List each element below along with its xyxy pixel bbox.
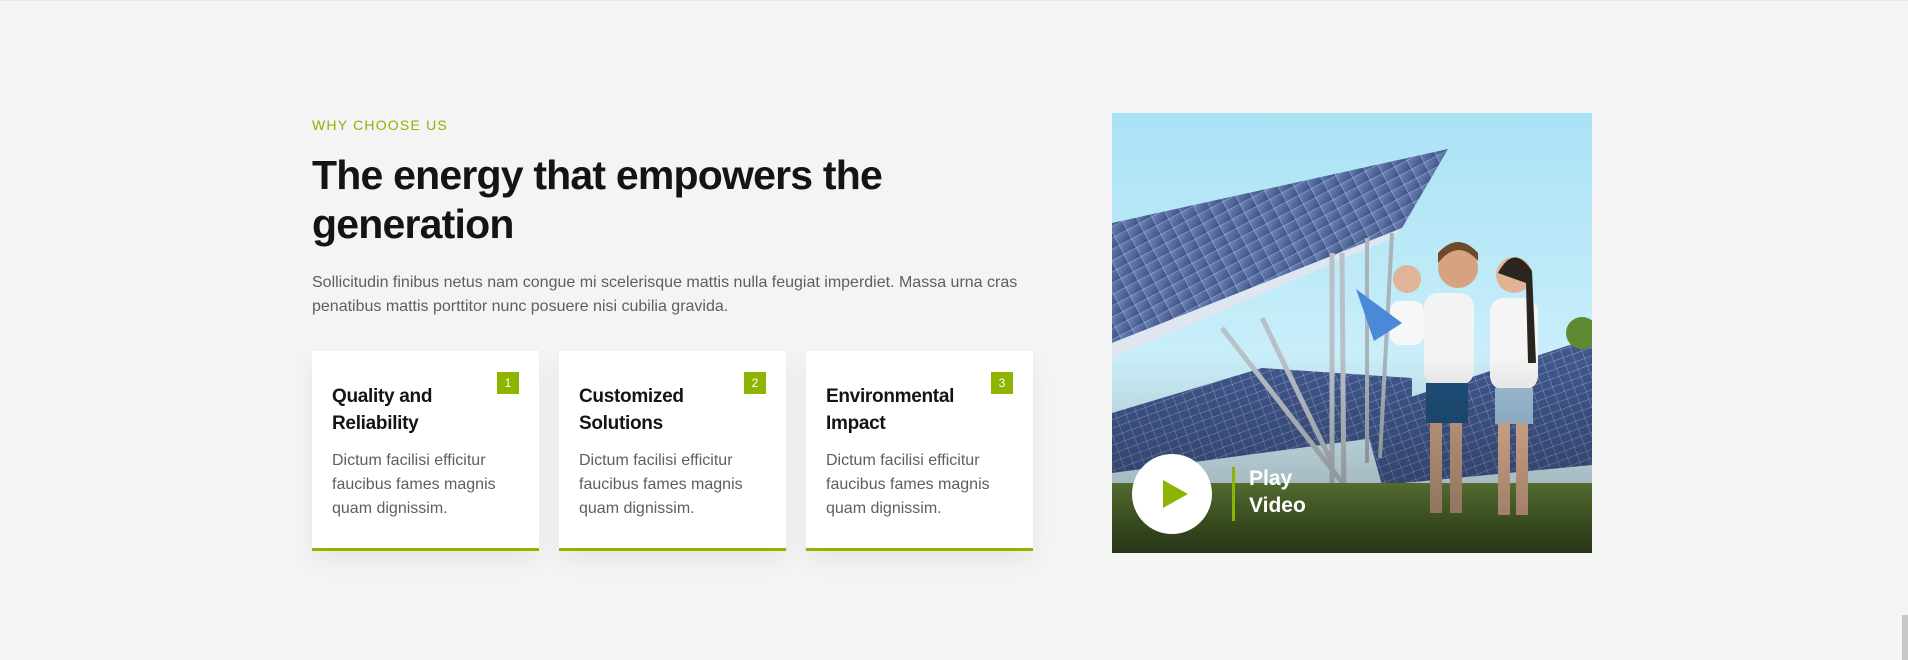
section-intro: Sollicitudin finibus netus nam congue mi… xyxy=(312,274,1018,315)
section-eyebrow: WHY CHOOSE US xyxy=(312,117,448,133)
feature-card-customized: 2 Customized Solutions Dictum facilisi e… xyxy=(559,351,786,551)
scrollbar-thumb[interactable] xyxy=(1902,615,1908,660)
play-video-label[interactable]: Play Video xyxy=(1249,465,1329,519)
content-column: WHY CHOOSE US The energy that empowers t… xyxy=(312,117,1033,551)
video-thumbnail[interactable]: Play Video xyxy=(1112,113,1592,553)
play-divider xyxy=(1232,467,1235,521)
play-icon xyxy=(1163,480,1188,508)
feature-title: Customized Solutions xyxy=(579,386,684,434)
feature-description: Dictum facilisi efficitur faucibus fames… xyxy=(579,452,743,517)
feature-cards: 1 Quality and Reliability Dictum facilis… xyxy=(312,351,1033,551)
feature-title: Environmental Impact xyxy=(826,386,955,434)
feature-card-quality: 1 Quality and Reliability Dictum facilis… xyxy=(312,351,539,551)
play-video-button[interactable] xyxy=(1132,454,1212,534)
section-headline: The energy that empowers the generation xyxy=(312,152,883,247)
feature-description: Dictum facilisi efficitur faucibus fames… xyxy=(332,452,496,517)
feature-title: Quality and Reliability xyxy=(332,386,433,434)
feature-card-environmental: 3 Environmental Impact Dictum facilisi e… xyxy=(806,351,1033,551)
feature-description: Dictum facilisi efficitur faucibus fames… xyxy=(826,452,990,517)
why-choose-us-section: WHY CHOOSE US The energy that empowers t… xyxy=(0,0,1908,660)
